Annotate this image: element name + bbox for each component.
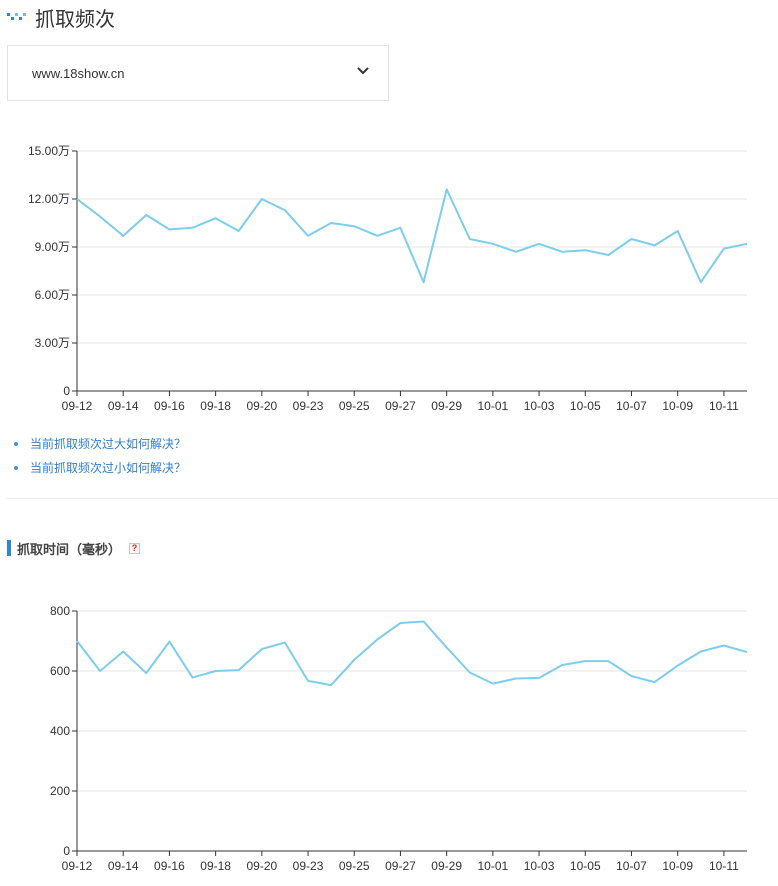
list-item: 当前抓取频次过小如何解决？ — [14, 456, 186, 480]
crawl-time-chart: 0 200 400 600 800 09-12 09-14 09-16 09-18 09-20 09… — [0, 590, 778, 880]
x-tick-label: 10-03 — [524, 399, 555, 413]
x-tick-label: 09-29 — [431, 859, 462, 873]
tips-list: 当前抓取频次过大如何解决？ 当前抓取频次过小如何解决？ — [14, 432, 186, 480]
y-tick-label: 15.00万 — [28, 144, 70, 158]
y-tick-label: 200 — [50, 784, 70, 798]
x-tick-label: 10-09 — [662, 399, 693, 413]
tip-link-too-low[interactable]: 当前抓取频次过小如何解决？ — [30, 458, 186, 478]
section-title: 抓取时间（毫秒） — [17, 542, 122, 558]
crawl-time-section-header: 抓取时间（毫秒） ? — [7, 539, 141, 558]
x-tick-label: 09-20 — [246, 859, 277, 873]
x-tick-label: 09-16 — [154, 859, 185, 873]
y-tick-label: 6.00万 — [35, 288, 70, 302]
site-select[interactable]: www.18show.cn — [7, 45, 389, 101]
x-tick-label: 09-12 — [62, 399, 93, 413]
x-tick-label: 10-11 — [709, 399, 739, 413]
help-icon[interactable]: ? — [129, 542, 141, 554]
x-tick-label: 10-07 — [616, 399, 647, 413]
crawl-time-chart-svg: 0 200 400 600 800 09-12 09-14 09-16 09-18 09-20 09… — [50, 604, 748, 873]
series-line — [76, 188, 748, 284]
x-tick-label: 09-27 — [385, 859, 416, 873]
page-title: 抓取频次 — [35, 6, 115, 31]
x-tick-label: 09-14 — [108, 859, 139, 873]
x-tick-label: 10-11 — [709, 859, 739, 873]
x-tick-label: 10-05 — [570, 859, 601, 873]
x-tick-label: 10-05 — [570, 399, 601, 413]
bullet-icon — [14, 442, 18, 446]
x-tick-label: 10-03 — [524, 859, 555, 873]
crawl-frequency-chart-svg: 0 3.00万 6.00万 9.00万 12.00万 15.00万 09-12 09-14 09… — [28, 144, 748, 413]
x-tick-label: 09-25 — [339, 399, 370, 413]
y-tick-label: 12.00万 — [28, 192, 70, 206]
x-tick-label: 09-23 — [293, 859, 324, 873]
chart-logo-icon — [7, 13, 26, 20]
section-divider — [7, 498, 778, 499]
x-tick-label: 09-29 — [431, 399, 462, 413]
x-tick-label: 09-14 — [108, 399, 139, 413]
y-tick-label: 0 — [63, 384, 70, 398]
x-tick-label: 10-01 — [478, 859, 509, 873]
y-tick-label: 3.00万 — [35, 336, 70, 350]
list-item: 当前抓取频次过大如何解决？ — [14, 432, 186, 456]
y-tick-label: 9.00万 — [35, 240, 70, 254]
section-marker — [7, 540, 11, 556]
x-tick-label: 10-09 — [662, 859, 693, 873]
x-tick-label: 09-20 — [246, 399, 277, 413]
crawl-frequency-chart: 0 3.00万 6.00万 9.00万 12.00万 15.00万 09-12 09-14 09… — [0, 130, 778, 420]
y-tick-label: 0 — [63, 844, 70, 858]
x-tick-label: 09-18 — [200, 859, 231, 873]
x-tick-label: 09-25 — [339, 859, 370, 873]
x-tick-label: 09-23 — [293, 399, 324, 413]
y-tick-label: 800 — [50, 604, 70, 618]
y-tick-label: 600 — [50, 664, 70, 678]
tip-link-too-high[interactable]: 当前抓取频次过大如何解决？ — [30, 434, 186, 454]
y-tick-label: 400 — [50, 724, 70, 738]
x-tick-label: 10-07 — [616, 859, 647, 873]
series-line — [76, 620, 748, 687]
chevron-down-icon — [357, 67, 369, 75]
page-header: 抓取频次 — [7, 4, 115, 31]
site-select-value: www.18show.cn — [32, 65, 125, 81]
x-tick-label: 09-12 — [62, 859, 93, 873]
x-tick-label: 10-01 — [478, 399, 509, 413]
bullet-icon — [14, 466, 18, 470]
x-tick-label: 09-16 — [154, 399, 185, 413]
x-tick-label: 09-27 — [385, 399, 416, 413]
x-tick-label: 09-18 — [200, 399, 231, 413]
